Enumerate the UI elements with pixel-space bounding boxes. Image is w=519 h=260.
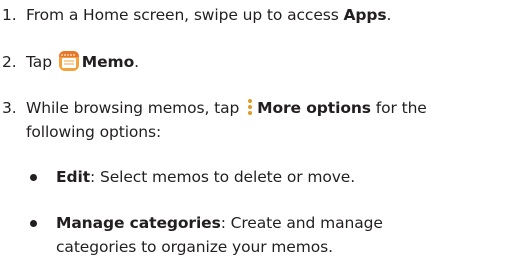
step-bold-term: Apps (343, 6, 387, 24)
instruction-document: 1. From a Home screen, swipe up to acces… (0, 0, 519, 260)
step-text-before: While browsing memos, tap (26, 99, 245, 117)
step-number: 2. (2, 53, 17, 71)
step-bold-term: More options (257, 99, 371, 117)
bullet-description: : Select memos to delete or move. (90, 168, 356, 186)
step-text: From a Home screen, swipe up to access A… (26, 3, 391, 27)
memo-app-icon (58, 50, 80, 72)
step-text: While browsing memos, tap More options f… (26, 96, 427, 144)
step-text-line-1: While browsing memos, tap More options f… (26, 96, 427, 120)
bullet-term: Manage categories (56, 214, 221, 232)
step-number: 3. (2, 99, 17, 117)
step-bold-term: Memo (81, 53, 135, 71)
more-options-icon (246, 98, 254, 116)
bullet-icon (30, 220, 37, 227)
step-text-before: From a Home screen, swipe up to access (26, 6, 344, 24)
bullet-icon (30, 174, 37, 181)
step-text: Tap Memo. (26, 50, 139, 74)
step-text-after: . (134, 53, 139, 71)
step-text-line-2: following options: (26, 123, 162, 141)
bullet-text-line-1: Manage categories: Create and manage (56, 211, 383, 235)
step-number: 1. (2, 6, 17, 24)
step-text-before: Tap (26, 53, 57, 71)
step-text-after: . (386, 6, 392, 24)
bullet-text-line-2: categories to organize your memos. (56, 238, 333, 256)
bullet-term: Edit (56, 168, 91, 186)
bullet-text: Manage categories: Create and manage cat… (56, 211, 383, 259)
bullet-text: Edit: Select memos to delete or move. (56, 165, 355, 189)
step-text-after: for the (370, 99, 427, 117)
bullet-description: : Create and manage (220, 214, 383, 232)
